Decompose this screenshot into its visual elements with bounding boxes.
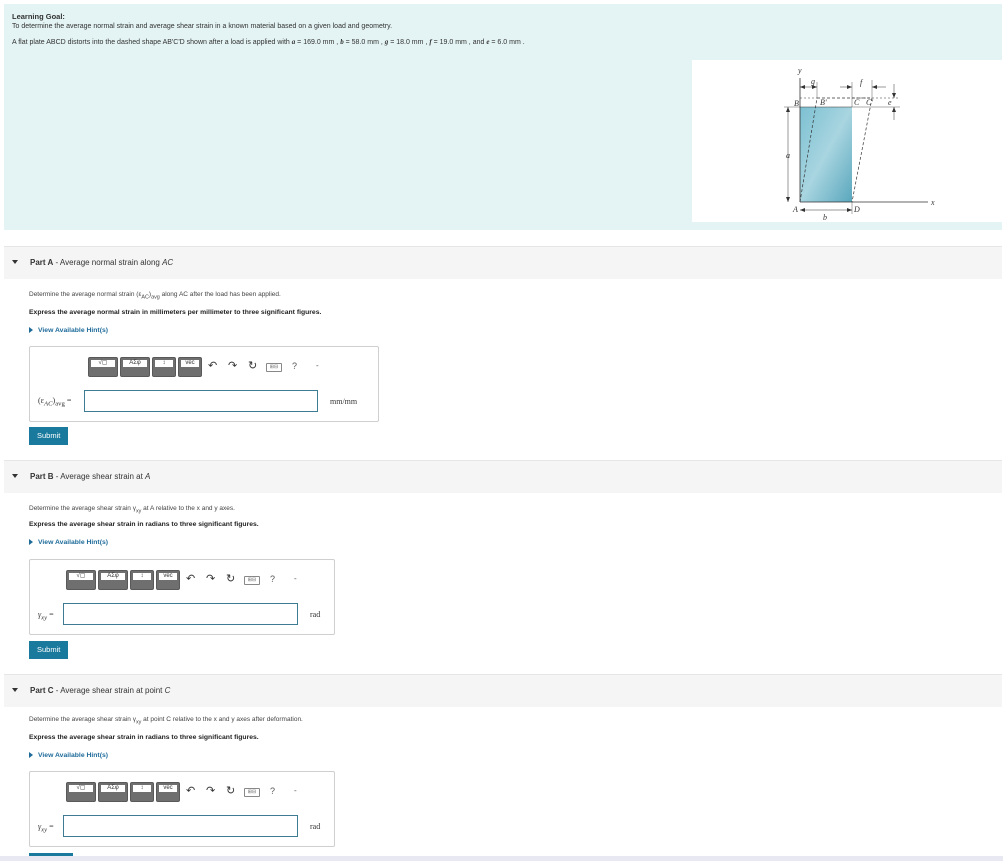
- part-c-answer-input[interactable]: [63, 815, 298, 837]
- label-d-point: D: [853, 205, 860, 214]
- greek-symbols-button[interactable]: ΑΣφ: [98, 570, 128, 590]
- hint-arrow-icon: [29, 327, 33, 334]
- templates-button[interactable]: √▢: [66, 782, 96, 802]
- help-icon[interactable]: ?: [270, 786, 275, 796]
- label-b-point: B: [794, 99, 799, 108]
- help-icon[interactable]: ?: [270, 574, 275, 584]
- keyboard-icon[interactable]: ⊞⊟: [244, 576, 260, 585]
- learning-goal-text: To determine the average normal strain a…: [12, 23, 393, 30]
- more-menu-icon[interactable]: -: [316, 361, 319, 370]
- help-icon[interactable]: ?: [292, 361, 297, 371]
- plate-diagram-svg: y x A B B' C C' D a b g f e: [784, 66, 935, 222]
- part-a-submit-button[interactable]: Submit: [29, 427, 69, 445]
- part-c-header[interactable]: Part C - Average shear strain at point C: [4, 674, 1002, 707]
- dim-b-arrow-right: [847, 208, 852, 212]
- subscript-button[interactable]: ↕: [130, 570, 154, 590]
- part-a-unit: mm/mm: [330, 397, 358, 406]
- part-b-hint-link[interactable]: View Available Hint(s): [29, 539, 108, 546]
- label-dim-f: f: [860, 78, 864, 87]
- hint-arrow-icon: [29, 752, 33, 759]
- part-b-answer-box: √▢ ΑΣφ ↕ vec ↶ ↷ ↻ ⊞⊟ ? - γxy = rad: [29, 559, 335, 635]
- vector-button[interactable]: vec: [178, 357, 202, 377]
- dim-a-arrow-bottom: [786, 197, 790, 202]
- reset-icon[interactable]: ↻: [226, 785, 235, 797]
- label-y: y: [797, 66, 802, 75]
- part-b-header[interactable]: Part B - Average shear strain at A: [4, 460, 1002, 493]
- dim-f-arrow-right: [872, 85, 877, 89]
- templates-button[interactable]: √▢: [88, 357, 118, 377]
- part-b-unit: rad: [310, 610, 321, 619]
- vector-button[interactable]: vec: [156, 782, 180, 802]
- redo-icon[interactable]: ↷: [228, 360, 237, 372]
- label-dim-g: g: [811, 77, 815, 86]
- part-b-variable-label: γxy =: [38, 610, 54, 622]
- label-b-prime: B': [820, 98, 827, 107]
- keyboard-icon[interactable]: ⊞⊟: [266, 363, 282, 372]
- reset-icon[interactable]: ↻: [248, 360, 257, 372]
- part-a-variable-label: (εAC)avg =: [38, 396, 72, 408]
- dim-f-arrow-left: [847, 85, 852, 89]
- part-c-instruction: Determine the average shear strain γxy a…: [29, 716, 303, 726]
- bottom-edge: [0, 856, 1003, 861]
- greek-symbols-button[interactable]: ΑΣφ: [98, 782, 128, 802]
- vector-button[interactable]: vec: [156, 570, 180, 590]
- part-a-answer-box: √▢ ΑΣφ ↕ vec ↶ ↷ ↻ ⊞⊟ ? - (εAC)avg = mm/…: [29, 346, 379, 422]
- undo-icon[interactable]: ↶: [186, 785, 195, 797]
- dim-a-arrow-top: [786, 107, 790, 112]
- problem-description: A flat plate ABCD distorts into the dash…: [12, 38, 525, 46]
- more-menu-icon[interactable]: -: [294, 574, 297, 583]
- label-dim-a: a: [786, 151, 790, 160]
- dim-e-arrow-bottom: [892, 107, 896, 112]
- undo-icon[interactable]: ↶: [186, 573, 195, 585]
- part-c-answer-box: √▢ ΑΣφ ↕ vec ↶ ↷ ↻ ⊞⊟ ? - γxy = rad: [29, 771, 335, 847]
- label-c-point: C: [854, 98, 860, 107]
- part-c-variable-label: γxy =: [38, 822, 54, 834]
- label-dim-e: e: [888, 98, 892, 107]
- part-c-hint-link[interactable]: View Available Hint(s): [29, 752, 108, 759]
- plate-abcd: [800, 107, 852, 202]
- redo-icon[interactable]: ↷: [206, 785, 215, 797]
- redo-icon[interactable]: ↷: [206, 573, 215, 585]
- part-c-unit: rad: [310, 822, 321, 831]
- label-a-point: A: [792, 205, 798, 214]
- part-a-hint-link[interactable]: View Available Hint(s): [29, 327, 108, 334]
- templates-button[interactable]: √▢: [66, 570, 96, 590]
- plate-diagram: y x A B B' C C' D a b g f e: [692, 60, 1003, 222]
- more-menu-icon[interactable]: -: [294, 786, 297, 795]
- keyboard-icon[interactable]: ⊞⊟: [244, 788, 260, 797]
- dashed-edge-cd: [851, 97, 873, 203]
- hint-arrow-icon: [29, 539, 33, 546]
- part-a-express: Express the average normal strain in mil…: [29, 309, 322, 316]
- part-a-instruction: Determine the average normal strain (εAC…: [29, 291, 281, 301]
- part-b-answer-input[interactable]: [63, 603, 298, 625]
- subscript-button[interactable]: ↕: [130, 782, 154, 802]
- label-c-prime: C': [866, 98, 873, 107]
- part-b-instruction: Determine the average shear strain γxy a…: [29, 505, 235, 515]
- part-b-express: Express the average shear strain in radi…: [29, 521, 259, 528]
- label-dim-b: b: [823, 213, 827, 222]
- part-a-header[interactable]: Part A - Average normal strain along AC: [4, 246, 1002, 279]
- label-x: x: [930, 198, 935, 207]
- greek-symbols-button[interactable]: ΑΣφ: [120, 357, 150, 377]
- caret-down-icon: [12, 688, 18, 692]
- reset-icon[interactable]: ↻: [226, 573, 235, 585]
- caret-down-icon: [12, 260, 18, 264]
- undo-icon[interactable]: ↶: [208, 360, 217, 372]
- dim-b-arrow-left: [800, 208, 805, 212]
- subscript-button[interactable]: ↕: [152, 357, 176, 377]
- part-b-submit-button[interactable]: Submit: [29, 641, 69, 659]
- dim-e-arrow-top: [892, 93, 896, 98]
- dim-g-arrow-left: [800, 85, 805, 89]
- part-a-answer-input[interactable]: [84, 390, 318, 412]
- learning-goal-panel: Learning Goal: To determine the average …: [4, 4, 1003, 230]
- caret-down-icon: [12, 474, 18, 478]
- part-c-express: Express the average shear strain in radi…: [29, 734, 259, 741]
- learning-goal-title: Learning Goal:: [12, 12, 65, 21]
